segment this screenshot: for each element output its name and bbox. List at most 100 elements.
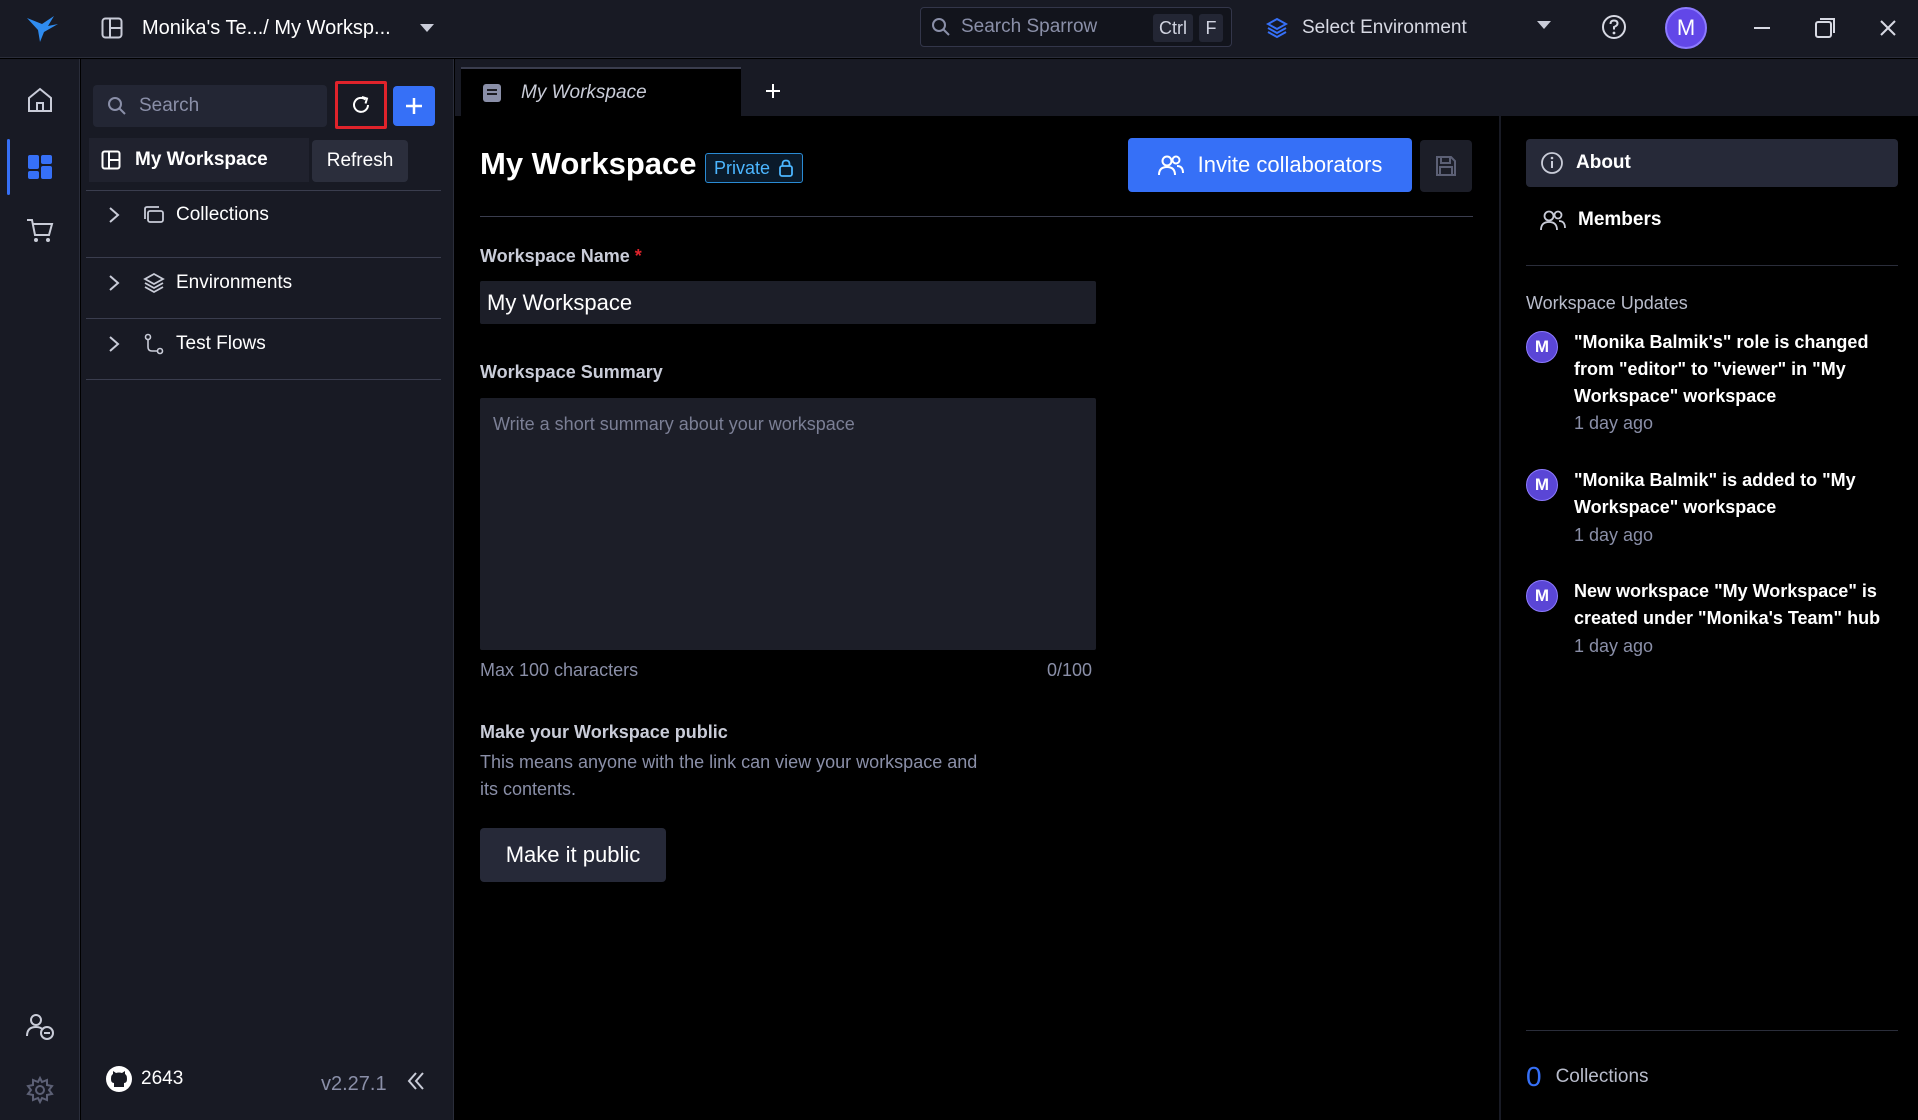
required-marker: * xyxy=(634,246,642,266)
search-placeholder: Search Sparrow xyxy=(961,16,1098,37)
members-tab[interactable]: Members xyxy=(1526,196,1898,244)
active-indicator xyxy=(7,139,10,195)
help-icon[interactable] xyxy=(1600,13,1628,41)
environment-label: Select Environment xyxy=(1302,17,1467,38)
update-text: "Monika Balmik's" role is changed from "… xyxy=(1574,332,1869,406)
about-tab[interactable]: About xyxy=(1526,139,1898,187)
save-button[interactable] xyxy=(1420,140,1472,192)
update-time: 1 day ago xyxy=(1574,636,1654,656)
search-icon xyxy=(107,96,127,116)
privacy-badge: Private xyxy=(705,153,804,183)
make-public-button[interactable]: Make it public xyxy=(480,828,666,882)
tree-item-label: Collections xyxy=(176,204,269,225)
tree-item-label: Test Flows xyxy=(176,333,266,354)
workspace-switcher[interactable]: Monika's Te.../ My Worksp... xyxy=(98,10,435,46)
sidebar-footer: 2643 v2.27.1 xyxy=(81,1065,454,1105)
github-icon xyxy=(105,1065,133,1093)
users-icon xyxy=(1157,154,1184,176)
collections-count-label: Collections xyxy=(1555,1066,1649,1087)
workspace-icon xyxy=(101,150,121,170)
workspace-sidebar: Search My Workspace Refresh Collections xyxy=(81,59,454,1120)
sidebar-workspace-label: My Workspace xyxy=(135,149,268,170)
update-time: 1 day ago xyxy=(1574,413,1654,433)
make-public-title: Make your Workspace public xyxy=(480,722,728,742)
environment-layers-icon xyxy=(1266,17,1288,39)
workspace-summary-textarea[interactable] xyxy=(480,398,1096,650)
workspace-updates-title: Workspace Updates xyxy=(1526,293,1688,313)
update-text: "Monika Balmik" is added to "My Workspac… xyxy=(1574,470,1856,517)
tab-my-workspace[interactable]: My Workspace xyxy=(461,67,741,116)
sparrow-logo-icon xyxy=(24,12,60,44)
user-avatar[interactable]: M xyxy=(1665,7,1707,49)
app-version: v2.27.1 xyxy=(321,1073,387,1095)
tab-strip: My Workspace xyxy=(455,59,1918,116)
environments-icon xyxy=(134,272,174,294)
chevron-right-icon xyxy=(94,274,134,292)
page-title: My Workspace xyxy=(480,146,697,181)
sidebar-search-placeholder: Search xyxy=(139,95,200,116)
settings-gear-icon[interactable] xyxy=(20,1070,60,1110)
collections-count: 0 Collections xyxy=(1526,1061,1649,1093)
close-icon[interactable] xyxy=(1872,12,1904,44)
refresh-tooltip: Refresh xyxy=(312,140,408,182)
update-time: 1 day ago xyxy=(1574,525,1654,545)
update-avatar: M xyxy=(1526,469,1558,501)
info-icon xyxy=(1540,151,1564,175)
collapse-sidebar-icon[interactable] xyxy=(405,1069,427,1093)
chevron-down-icon xyxy=(1536,20,1552,30)
new-tab-button[interactable] xyxy=(755,73,791,109)
collections-icon xyxy=(134,205,174,225)
team-members-icon[interactable] xyxy=(20,1006,60,1046)
make-public-description: This means anyone with the link can view… xyxy=(480,752,978,799)
workspace-main: My Workspace Private Invite collaborator… xyxy=(455,116,1499,1120)
github-star-count: 2643 xyxy=(141,1068,184,1089)
tree-item-test-flows[interactable]: Test Flows xyxy=(86,319,441,369)
about-label: About xyxy=(1576,152,1631,173)
nav-rail xyxy=(0,59,80,1120)
tab-label: My Workspace xyxy=(521,81,647,103)
update-text: New workspace "My Workspace" is created … xyxy=(1574,581,1881,628)
update-item: M "Monika Balmik" is added to "My Worksp… xyxy=(1526,467,1898,551)
tree-item-environments[interactable]: Environments xyxy=(86,258,441,308)
refresh-button[interactable] xyxy=(335,81,387,129)
github-stars-link[interactable]: 2643 xyxy=(105,1065,183,1093)
update-item: M "Monika Balmik's" role is changed from… xyxy=(1526,329,1898,441)
environment-select[interactable]: Select Environment xyxy=(1266,10,1552,46)
summary-max-hint: Max 100 characters xyxy=(480,660,639,680)
global-search-input[interactable]: Search Sparrow Ctrl F xyxy=(920,7,1232,47)
sidebar-workspace-item[interactable]: My Workspace xyxy=(89,138,309,182)
workspace-dashboard-icon[interactable] xyxy=(20,147,60,187)
invite-collaborators-button[interactable]: Invite collaborators xyxy=(1128,138,1412,192)
shortcut-ctrl-key: Ctrl xyxy=(1153,14,1193,42)
title-bar: Monika's Te.../ My Worksp... Search Spar… xyxy=(0,0,1918,58)
workspace-name-label-text: Workspace Name xyxy=(480,246,630,266)
divider xyxy=(86,379,441,380)
minimize-icon[interactable] xyxy=(1746,12,1778,44)
summary-char-count: 0/100 xyxy=(1047,660,1093,680)
workspace-name-label: Workspace Name * xyxy=(480,246,642,267)
divider xyxy=(1526,1030,1898,1031)
chevron-right-icon xyxy=(94,206,134,224)
workspace-name-input[interactable] xyxy=(480,281,1096,324)
divider xyxy=(480,216,1473,217)
members-label: Members xyxy=(1578,209,1662,230)
invite-label: Invite collaborators xyxy=(1197,152,1383,177)
collections-count-number: 0 xyxy=(1526,1061,1542,1092)
plus-icon xyxy=(404,96,424,116)
plus-icon xyxy=(765,83,781,99)
update-avatar: M xyxy=(1526,331,1558,363)
sidebar-search-input[interactable]: Search xyxy=(93,85,327,127)
search-icon xyxy=(931,17,951,37)
home-icon[interactable] xyxy=(20,80,60,120)
tree-item-label: Environments xyxy=(176,272,293,293)
chevron-right-icon xyxy=(94,335,134,353)
workspace-icon xyxy=(98,14,126,42)
refresh-icon xyxy=(350,94,372,116)
workspace-summary-label: Workspace Summary xyxy=(480,362,663,382)
save-icon xyxy=(1434,154,1458,178)
divider xyxy=(1526,265,1898,266)
add-button[interactable] xyxy=(393,86,435,126)
marketplace-cart-icon[interactable] xyxy=(20,211,60,251)
maximize-icon[interactable] xyxy=(1809,12,1841,44)
tree-item-collections[interactable]: Collections xyxy=(86,190,441,240)
